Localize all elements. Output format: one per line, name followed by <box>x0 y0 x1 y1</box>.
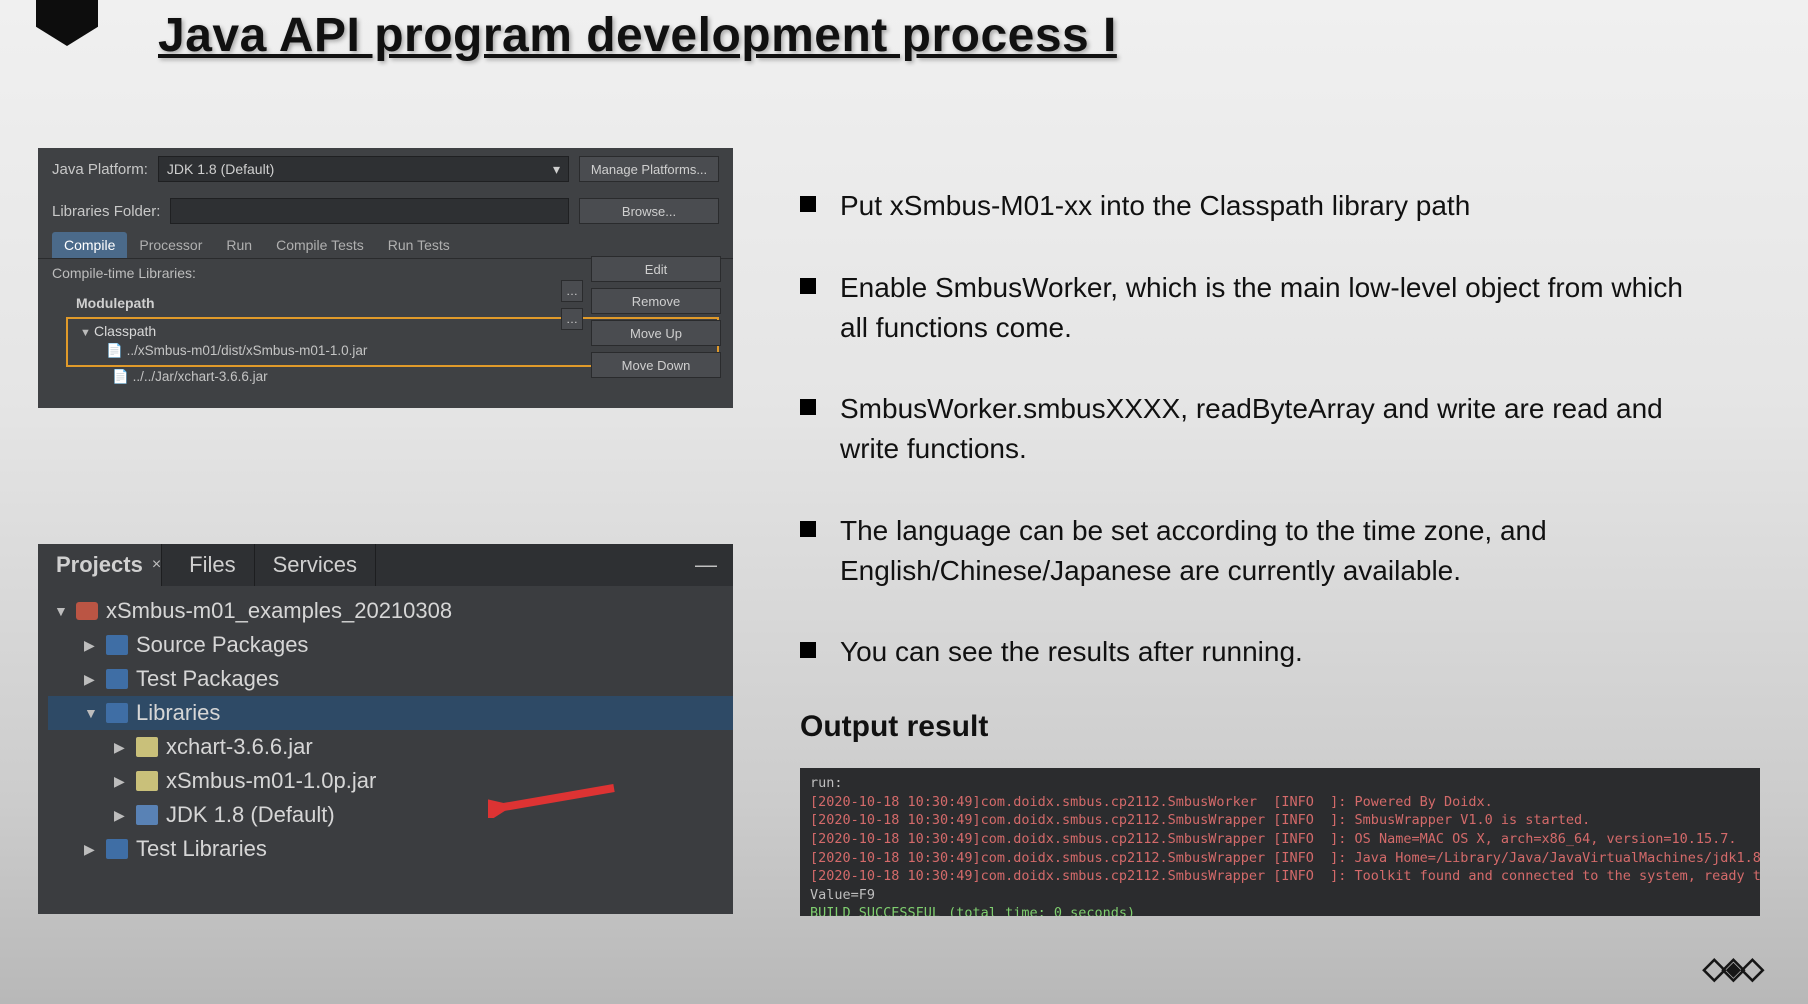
console-line-run: run: <box>810 775 843 791</box>
tab-compile[interactable]: Compile <box>52 232 127 258</box>
tab-run-tests[interactable]: Run Tests <box>376 232 462 258</box>
libs-tabstrip: Compile Processor Run Compile Tests Run … <box>38 232 733 259</box>
move-down-button[interactable]: Move Down <box>591 352 721 378</box>
test-packages-node[interactable]: ▶Test Packages <box>48 662 733 696</box>
tab-files[interactable]: Files <box>171 544 254 586</box>
manage-platforms-button[interactable]: Manage Platforms... <box>579 156 719 182</box>
console-line-2: [2020-10-18 10:30:49]com.doidx.smbus.cp2… <box>810 812 1590 828</box>
java-platform-value: JDK 1.8 (Default) <box>167 161 274 177</box>
lib-xchart-node[interactable]: ▶xchart-3.6.6.jar <box>48 730 733 764</box>
project-tree: ▼xSmbus-m01_examples_20210308 ▶Source Pa… <box>38 586 733 866</box>
package-icon <box>106 669 128 689</box>
minimize-icon[interactable]: — <box>679 552 733 578</box>
jar-icon <box>136 737 158 757</box>
jar-icon <box>136 771 158 791</box>
tab-processor[interactable]: Processor <box>127 232 214 258</box>
bullet-2: Enable SmbusWorker, which is the main lo… <box>800 268 1700 348</box>
console-line-3: [2020-10-18 10:30:49]com.doidx.smbus.cp2… <box>810 831 1737 847</box>
ide-libraries-panel: Java Platform: JDK 1.8 (Default) ▾ Manag… <box>38 148 733 408</box>
console-line-build: BUILD SUCCESSFUL (total time: 0 seconds) <box>810 905 1135 916</box>
console-line-1: [2020-10-18 10:30:49]com.doidx.smbus.cp2… <box>810 794 1493 810</box>
tab-run[interactable]: Run <box>214 232 264 258</box>
remove-button[interactable]: Remove <box>591 288 721 314</box>
move-up-button[interactable]: Move Up <box>591 320 721 346</box>
close-icon[interactable]: × <box>152 556 171 574</box>
slide-header-badge <box>36 0 98 46</box>
console-line-4: [2020-10-18 10:30:49]com.doidx.smbus.cp2… <box>810 850 1760 866</box>
bullet-4: The language can be set according to the… <box>800 511 1700 591</box>
java-platform-label: Java Platform: <box>52 161 148 178</box>
library-folder-icon <box>106 703 128 723</box>
bullet-1: Put xSmbus-M01-xx into the Classpath lib… <box>800 186 1700 226</box>
modulepath-more-button[interactable]: … <box>561 280 583 302</box>
lib-jdk-node[interactable]: ▶JDK 1.8 (Default) <box>48 798 733 832</box>
edit-button[interactable]: Edit <box>591 256 721 282</box>
chevron-down-icon: ▾ <box>553 161 560 178</box>
bullet-list: Put xSmbus-M01-xx into the Classpath lib… <box>800 186 1700 714</box>
libraries-node[interactable]: ▼Libraries <box>48 696 733 730</box>
bullet-5: You can see the results after running. <box>800 632 1700 672</box>
console-line-5: [2020-10-18 10:30:49]com.doidx.smbus.cp2… <box>810 868 1760 884</box>
test-libraries-node[interactable]: ▶Test Libraries <box>48 832 733 866</box>
java-project-icon <box>76 602 98 620</box>
bullet-3: SmbusWorker.smbusXXXX, readByteArray and… <box>800 389 1700 469</box>
classpath-more-button[interactable]: … <box>561 308 583 330</box>
lib-xsmbus-node[interactable]: ▶xSmbus-m01-1.0p.jar <box>48 764 733 798</box>
projects-tabstrip: Projects × Files Services — <box>38 544 733 586</box>
tab-projects[interactable]: Projects <box>38 544 162 586</box>
slide-title: Java API program development process I <box>158 8 1117 63</box>
libraries-folder-label: Libraries Folder: <box>52 203 160 220</box>
red-arrow-annotation <box>488 784 618 818</box>
library-folder-icon <box>106 839 128 859</box>
output-result-heading: Output result <box>800 710 988 744</box>
project-root-node[interactable]: ▼xSmbus-m01_examples_20210308 <box>48 594 733 628</box>
package-icon <box>106 635 128 655</box>
java-platform-select[interactable]: JDK 1.8 (Default) ▾ <box>158 156 569 182</box>
source-packages-node[interactable]: ▶Source Packages <box>48 628 733 662</box>
ide-projects-panel: Projects × Files Services — ▼xSmbus-m01_… <box>38 544 733 914</box>
output-console: run: [2020-10-18 10:30:49]com.doidx.smbu… <box>800 768 1760 916</box>
console-line-value: Value=F9 <box>810 887 875 903</box>
libraries-folder-input[interactable] <box>170 198 569 224</box>
corner-logo-icon: ◇◈◇ <box>1703 951 1760 986</box>
tab-services[interactable]: Services <box>255 544 376 586</box>
browse-button[interactable]: Browse... <box>579 198 719 224</box>
tab-compile-tests[interactable]: Compile Tests <box>264 232 376 258</box>
platform-icon <box>136 805 158 825</box>
